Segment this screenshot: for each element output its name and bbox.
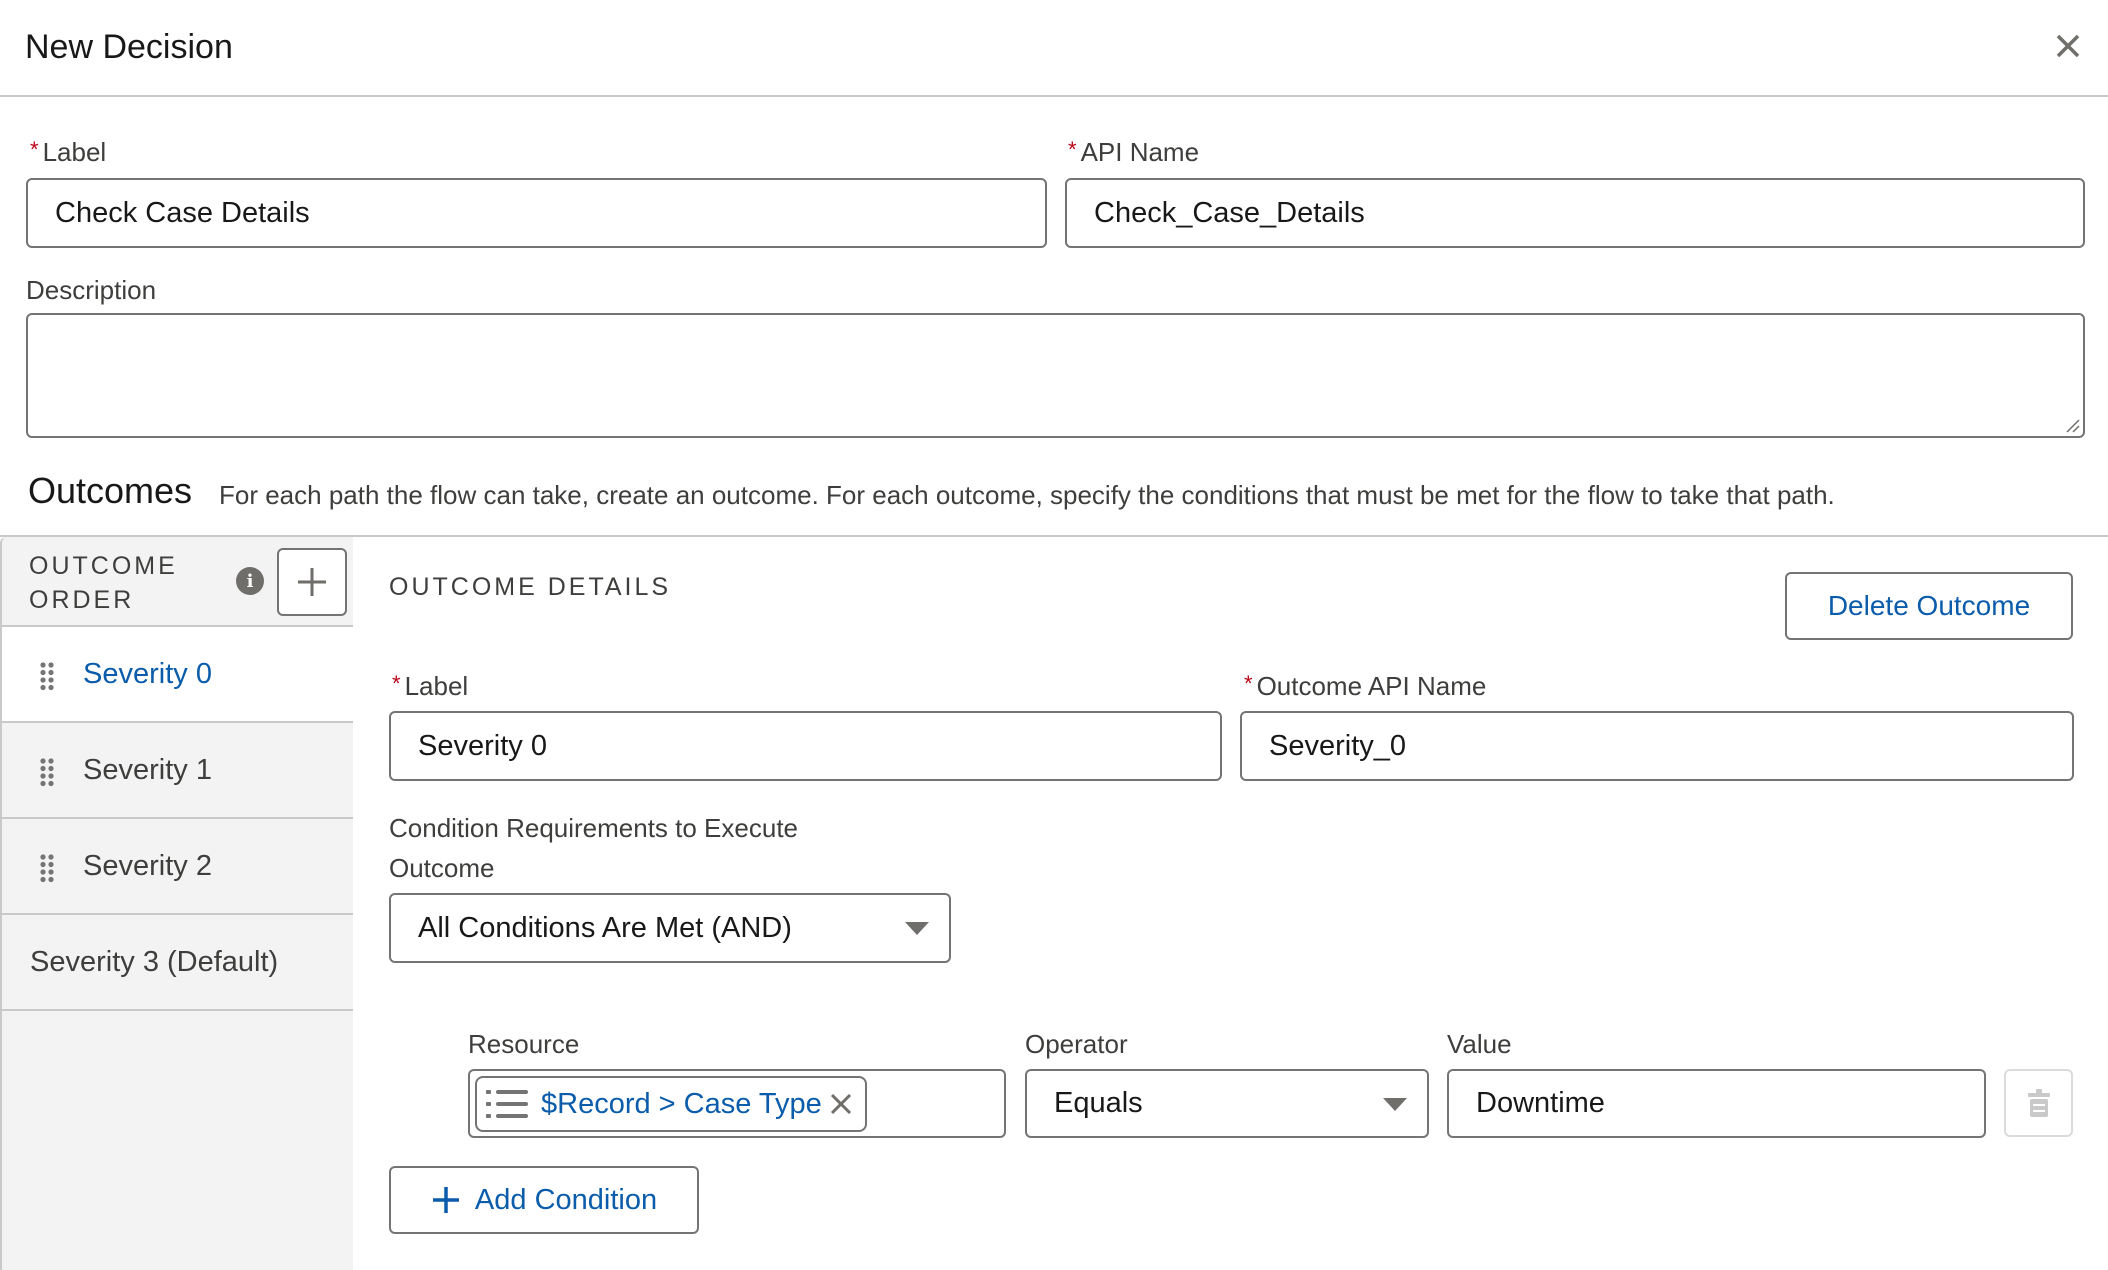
info-icon[interactable]: i <box>236 567 264 595</box>
outcome-order-header: OUTCOME ORDER i <box>2 537 353 627</box>
operator-label: Operator <box>1025 1029 1128 1059</box>
operator-select[interactable]: Equals <box>1025 1069 1429 1138</box>
condition-requirements-value: All Conditions Are Met (AND) <box>418 911 792 944</box>
api-name-text: API Name <box>1080 137 1200 167</box>
close-icon <box>2056 34 2080 58</box>
outcomes-help-text: For each path the flow can take, create … <box>219 480 1835 510</box>
add-condition-button[interactable]: Add Condition <box>389 1166 699 1234</box>
drag-handle-icon[interactable] <box>39 661 55 691</box>
outcome-item-severity-3-default[interactable]: Severity 3 (Default) <box>2 915 353 1011</box>
outcome-item-label: Severity 3 (Default) <box>30 945 279 978</box>
add-condition-label: Add Condition <box>474 1183 658 1216</box>
chevron-down-icon <box>1383 1097 1407 1111</box>
outcome-api-name-input-value: Severity_0 <box>1269 729 1407 762</box>
operator-value: Equals <box>1054 1087 1143 1119</box>
picklist-icon <box>486 1090 528 1118</box>
label-input[interactable]: Check Case Details <box>26 178 1047 248</box>
value-label: Value <box>1447 1029 1512 1059</box>
outcome-order-sidebar: OUTCOME ORDER i Severity 0 Severity 1 Se… <box>0 537 353 1270</box>
value-input-value: Downtime <box>1476 1087 1605 1119</box>
api-name-input-value: Check_Case_Details <box>1094 196 1365 229</box>
outcome-label-input[interactable]: Severity 0 <box>389 711 1222 781</box>
required-marker: * <box>1068 137 1077 162</box>
required-marker: * <box>392 671 401 696</box>
description-textarea[interactable] <box>26 313 2085 438</box>
required-marker: * <box>30 137 39 162</box>
api-name-input[interactable]: Check_Case_Details <box>1065 178 2085 248</box>
outcome-item-label: Severity 2 <box>83 849 212 882</box>
description-label: Description <box>26 275 157 305</box>
outcome-item-severity-2[interactable]: Severity 2 <box>2 819 353 915</box>
remove-pill-icon[interactable] <box>827 1090 855 1118</box>
modal-header: New Decision <box>0 0 2108 97</box>
outcome-label-input-value: Severity 0 <box>418 729 547 762</box>
delete-condition-button[interactable] <box>2004 1069 2073 1137</box>
label-text: Label <box>42 137 107 167</box>
chevron-down-icon <box>905 922 929 935</box>
resize-grip-icon[interactable] <box>2064 417 2080 433</box>
condition-requirements-label-line1: Condition Requirements to Execute <box>389 813 799 843</box>
label-input-value: Check Case Details <box>55 196 310 229</box>
add-icon <box>298 568 326 596</box>
outcome-order-title: OUTCOME ORDER <box>29 552 178 614</box>
trash-icon <box>2027 1089 2050 1117</box>
outcome-api-name-text: Outcome API Name <box>1256 671 1487 701</box>
condition-requirements-label-line2: Outcome <box>389 853 495 883</box>
modal-title: New Decision <box>25 28 233 66</box>
outcome-api-name-field-label: * Outcome API Name <box>1244 671 1486 702</box>
resource-label: Resource <box>468 1029 580 1059</box>
delete-outcome-button[interactable]: Delete Outcome <box>1785 572 2073 640</box>
add-icon <box>432 1187 459 1213</box>
resource-pill[interactable]: $Record > Case Type <box>475 1076 867 1132</box>
outcome-label-text: Label <box>404 671 469 701</box>
outcome-item-label: Severity 1 <box>83 753 212 786</box>
condition-requirements-select[interactable]: All Conditions Are Met (AND) <box>389 893 951 963</box>
resource-input[interactable]: $Record > Case Type <box>468 1069 1006 1138</box>
outcomes-panel: OUTCOME ORDER i Severity 0 Severity 1 Se… <box>0 535 2108 1270</box>
outcome-item-severity-1[interactable]: Severity 1 <box>2 723 353 819</box>
required-marker: * <box>1244 671 1253 696</box>
close-button[interactable] <box>2048 26 2088 66</box>
outcome-label-field-label: * Label <box>392 671 468 702</box>
outcomes-heading: Outcomes <box>28 470 193 511</box>
add-outcome-button[interactable] <box>277 548 347 616</box>
outcome-item-label: Severity 0 <box>83 657 212 690</box>
outcome-api-name-input[interactable]: Severity_0 <box>1240 711 2074 781</box>
resource-pill-label: $Record > Case Type <box>541 1087 822 1120</box>
outcome-item-severity-0[interactable]: Severity 0 <box>2 627 353 723</box>
drag-handle-icon[interactable] <box>39 757 55 787</box>
value-input[interactable]: Downtime <box>1447 1069 1986 1138</box>
label-field-label: * Label <box>30 137 106 168</box>
api-name-field-label: * API Name <box>1068 137 1199 168</box>
outcome-details-title: OUTCOME DETAILS <box>389 573 672 601</box>
drag-handle-icon[interactable] <box>39 853 55 883</box>
